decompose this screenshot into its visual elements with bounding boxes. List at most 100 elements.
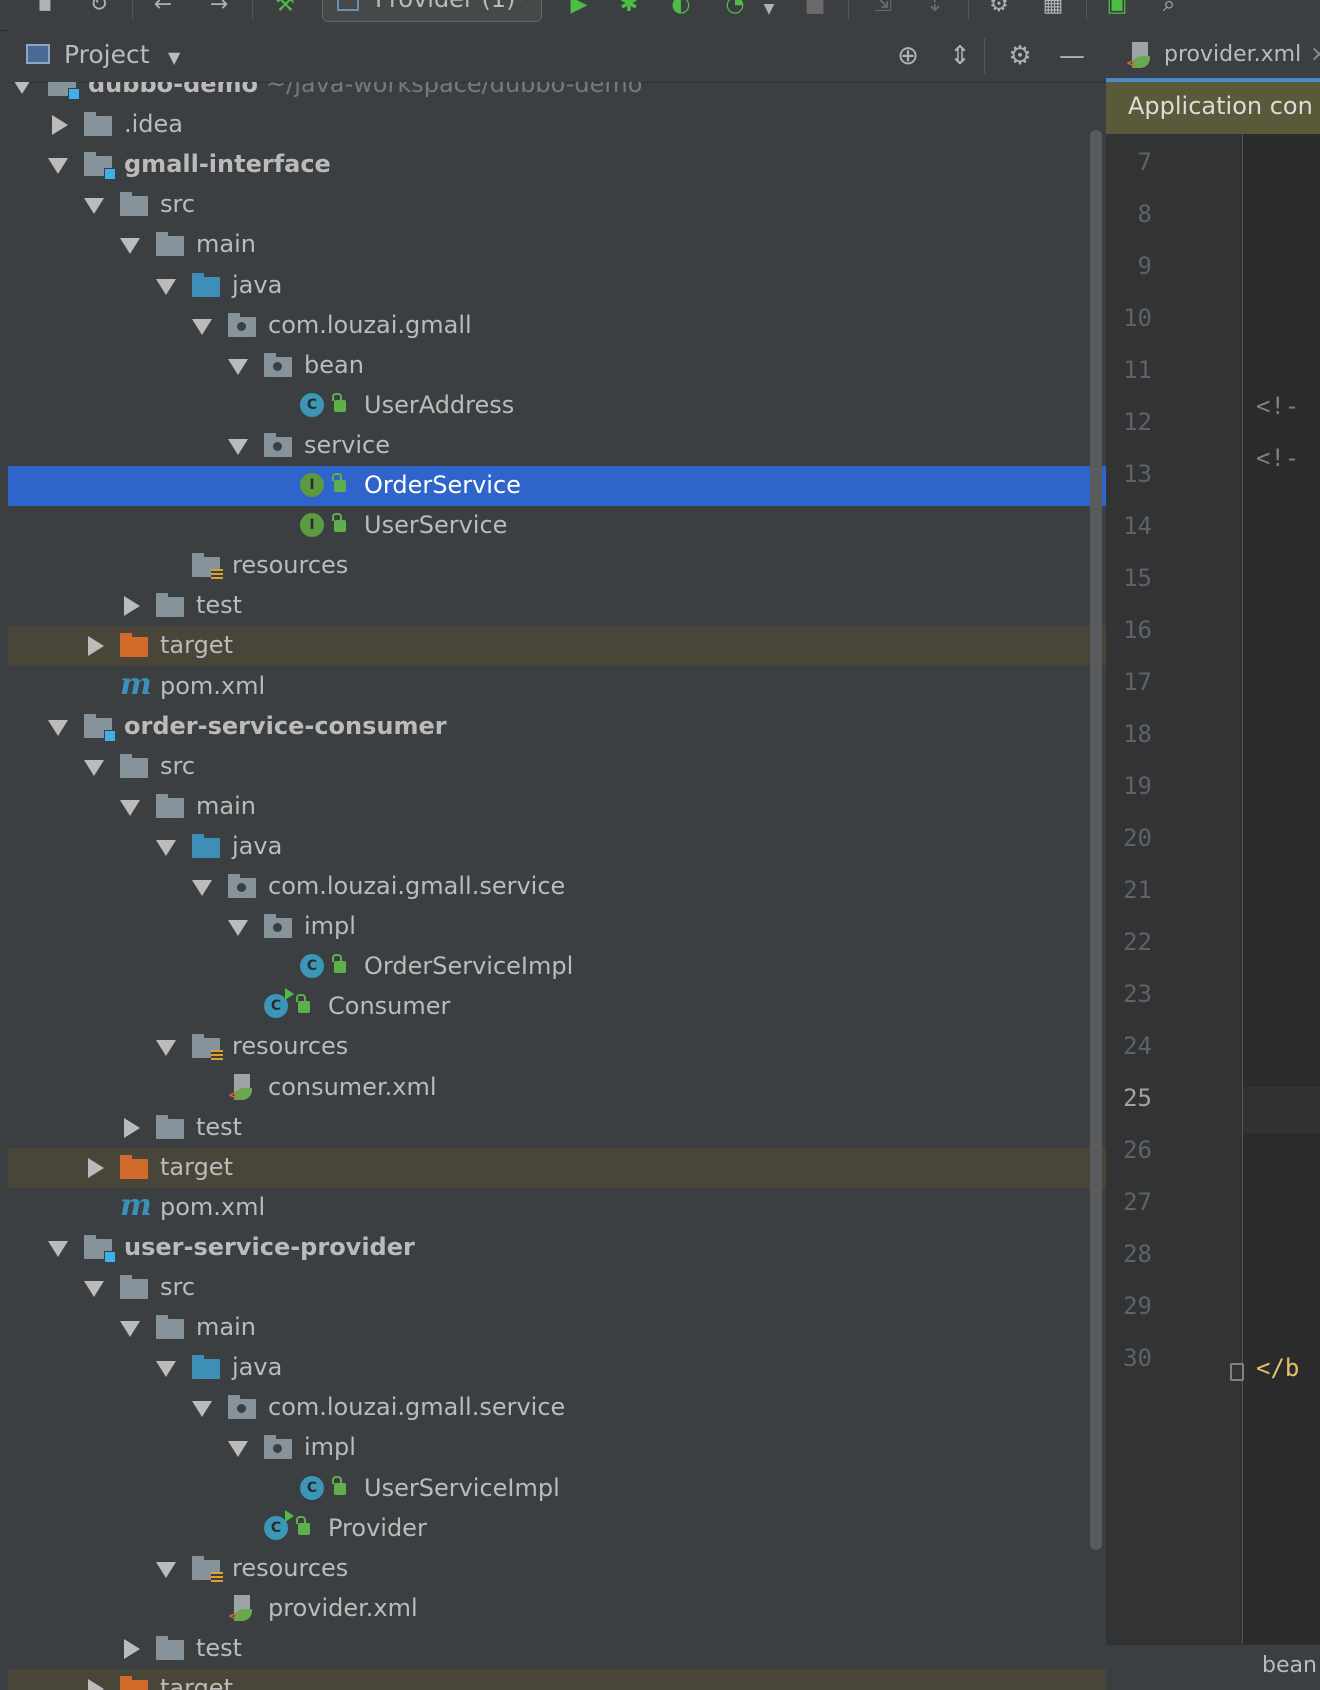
update-icon[interactable]: ⇣ [922, 0, 948, 16]
expand-arrow-icon[interactable] [48, 719, 68, 736]
tree-row[interactable]: test [8, 586, 1106, 626]
tree-scrollbar[interactable] [1090, 130, 1102, 1550]
tree-row[interactable]: resources [8, 1549, 1106, 1589]
tree-row[interactable]: test [8, 1629, 1106, 1669]
run-configuration-selector[interactable]: Provider (1) ▼ [322, 0, 542, 22]
undo-icon[interactable]: ← [150, 0, 176, 16]
tree-row[interactable]: user-service-provider [8, 1228, 1106, 1268]
expand-arrow-icon[interactable] [156, 1040, 176, 1057]
tree-row[interactable]: C OrderServiceImpl [8, 947, 1106, 987]
gear-icon[interactable]: ⚙ [1004, 40, 1036, 72]
tree-row[interactable]: gmall-interface [8, 145, 1106, 185]
tree-row[interactable]: dubbo-demo ~/java-workspace/dubbo-demo [8, 82, 1106, 105]
expand-arrow-icon[interactable] [84, 1281, 104, 1297]
wrench-icon[interactable]: ⚙ [986, 0, 1012, 16]
tree-row[interactable]: test [8, 1108, 1106, 1148]
project-view-title[interactable]: Project [64, 40, 150, 69]
tree-row[interactable]: main [8, 787, 1106, 827]
tree-row[interactable]: .idea [8, 105, 1106, 145]
tree-row[interactable]: C Provider [8, 1509, 1106, 1549]
tree-row[interactable]: resources [8, 1027, 1106, 1067]
expand-arrow-icon[interactable] [120, 1321, 140, 1338]
expand-arrow-icon[interactable] [228, 438, 248, 455]
attach-icon[interactable]: ⇲ [870, 0, 896, 16]
collapse-arrow-icon[interactable] [88, 1157, 104, 1178]
tree-row[interactable]: impl [8, 1428, 1106, 1468]
collapse-arrow-icon[interactable] [88, 636, 104, 657]
expand-arrow-icon[interactable] [228, 920, 248, 937]
tree-row[interactable]: impl [8, 907, 1106, 947]
expand-arrow-icon[interactable] [192, 1401, 212, 1418]
tree-row[interactable]: src [8, 185, 1106, 225]
collapse-arrow-icon[interactable] [124, 1117, 140, 1138]
tree-row[interactable]: java [8, 1348, 1106, 1388]
tree-row[interactable]: com.louzai.gmall.service [8, 867, 1106, 907]
tree-row[interactable]: I UserService [8, 506, 1106, 546]
expand-arrow-icon[interactable] [192, 318, 212, 335]
expand-arrow-icon[interactable] [48, 1240, 68, 1257]
expand-arrow-icon[interactable] [156, 278, 176, 295]
save-icon[interactable]: ▪ [32, 0, 58, 16]
expand-arrow-icon[interactable] [84, 759, 104, 776]
tree-row[interactable]: C UserAddress [8, 386, 1106, 426]
sync-icon[interactable]: ↻ [86, 0, 112, 16]
stop-icon[interactable]: ■ [802, 0, 828, 16]
tree-row[interactable]: target [8, 626, 1106, 667]
tree-row[interactable]: com.louzai.gmall.service [8, 1388, 1106, 1428]
tree-row[interactable]: target [8, 1147, 1106, 1188]
tree-row[interactable]: < consumer.xml [8, 1068, 1106, 1108]
collapse-arrow-icon[interactable] [52, 115, 68, 136]
coverage-icon[interactable]: ◐ [668, 0, 694, 16]
fold-marker-icon[interactable] [1230, 1363, 1244, 1381]
collapse-arrow-icon[interactable] [124, 1638, 140, 1659]
project-tree[interactable]: dubbo-demo ~/java-workspace/dubbo-demo .id… [8, 82, 1106, 1690]
tree-row[interactable]: resources [8, 546, 1106, 586]
locate-icon[interactable]: ⊕ [892, 40, 924, 72]
expand-arrow-icon[interactable] [84, 198, 104, 215]
expand-arrow-icon[interactable] [228, 358, 248, 375]
expand-arrow-icon[interactable] [120, 799, 140, 816]
tree-row[interactable]: C Consumer [8, 987, 1106, 1027]
tab-provider-xml[interactable]: < provider.xml × [1122, 30, 1320, 82]
tree-row[interactable]: order-service-consumer [8, 707, 1106, 747]
notification-banner[interactable]: Application con [1106, 82, 1320, 134]
chevron-down-icon[interactable]: ▼ [168, 48, 180, 67]
tree-row[interactable]: < provider.xml [8, 1589, 1106, 1629]
expand-arrow-icon[interactable] [156, 1361, 176, 1378]
redo-icon[interactable]: → [206, 0, 232, 16]
code-line-30[interactable]: </b [1256, 1354, 1299, 1382]
chevron-down-icon[interactable]: ▼ [756, 0, 782, 16]
tree-row[interactable]: src [8, 1268, 1106, 1308]
tree-row[interactable]: m pom.xml [8, 667, 1106, 707]
tree-row[interactable]: service [8, 426, 1106, 466]
tree-row[interactable]: src [8, 747, 1106, 787]
search-icon[interactable]: ⌕ [1156, 0, 1182, 16]
expand-arrow-icon[interactable] [156, 1561, 176, 1578]
layout-icon[interactable]: ▣ [1104, 0, 1130, 16]
tree-row[interactable]: java [8, 827, 1106, 867]
debug-icon[interactable]: ✱ [616, 0, 642, 16]
tree-row[interactable]: m pom.xml [8, 1188, 1106, 1228]
structure-icon[interactable]: ▦ [1040, 0, 1066, 16]
close-icon[interactable]: × [1310, 42, 1320, 67]
breadcrumb[interactable]: bean [1262, 1653, 1317, 1678]
expand-arrow-icon[interactable] [192, 880, 212, 896]
tree-row[interactable]: I OrderService [8, 466, 1106, 506]
collapse-arrow-icon[interactable] [88, 1679, 104, 1690]
tree-row[interactable]: main [8, 1308, 1106, 1348]
expand-arrow-icon[interactable] [12, 82, 32, 94]
expand-arrow-icon[interactable] [156, 839, 176, 856]
collapse-arrow-icon[interactable] [124, 596, 140, 617]
code-line-12[interactable]: <!- [1256, 444, 1299, 472]
build-icon[interactable]: ⚒ [272, 0, 298, 16]
profile-icon[interactable]: ◔ [722, 0, 748, 16]
expand-arrow-icon[interactable] [48, 158, 68, 175]
tree-row[interactable]: bean [8, 346, 1106, 386]
collapse-all-icon[interactable]: ⇕ [944, 40, 976, 72]
code-line-11[interactable]: <!- [1256, 392, 1299, 420]
tree-row[interactable]: main [8, 225, 1106, 265]
tree-row[interactable]: C UserServiceImpl [8, 1469, 1106, 1509]
tree-row[interactable]: java [8, 266, 1106, 306]
expand-arrow-icon[interactable] [228, 1441, 248, 1458]
minimize-icon[interactable]: — [1056, 40, 1088, 72]
